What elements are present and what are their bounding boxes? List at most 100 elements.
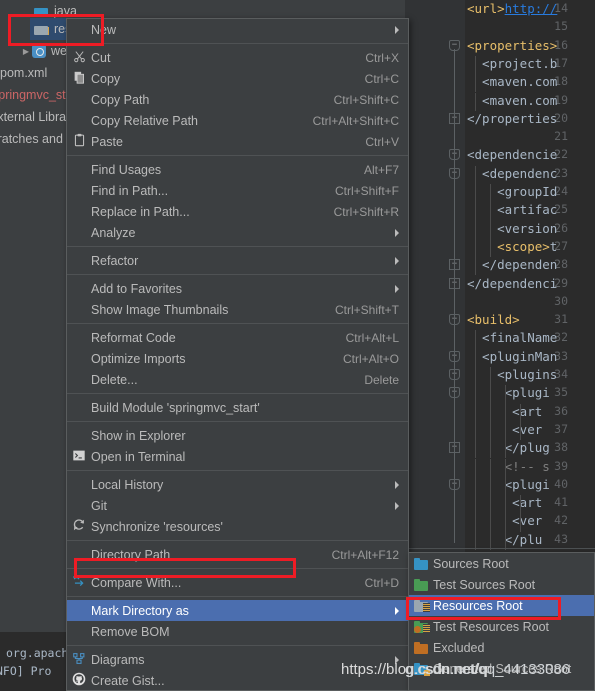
code-line[interactable]: <dependenc xyxy=(467,166,557,181)
code-line[interactable]: </plug xyxy=(467,440,550,455)
indent-guide xyxy=(475,257,476,276)
menu-item-label: Directory Path xyxy=(91,547,171,562)
tree-item-label: java xyxy=(54,4,77,18)
compare-icon xyxy=(72,575,86,591)
code-line[interactable]: </dependen xyxy=(467,257,557,272)
menu-item-label: Compare With... xyxy=(91,575,182,590)
indent-guide xyxy=(475,440,476,459)
folder-excluded-icon xyxy=(409,641,433,654)
menu-item-replace-in-path[interactable]: Replace in Path... Ctrl+Shift+R xyxy=(67,201,408,222)
code-line[interactable]: <maven.com xyxy=(467,74,557,89)
menu-item-create-gist[interactable]: Create Gist... xyxy=(67,670,408,690)
submenu-arrow-icon xyxy=(395,501,399,510)
menu-item-show-image-thumbnails[interactable]: Show Image Thumbnails Ctrl+Shift+T xyxy=(67,299,408,320)
menu-item-compare-with[interactable]: Compare With... Ctrl+D xyxy=(67,572,408,593)
code-line[interactable]: <plugins xyxy=(467,367,557,382)
code-line[interactable]: <pluginMan xyxy=(467,349,557,364)
code-line[interactable]: <url>http:// xyxy=(467,1,557,16)
menu-icon-slot xyxy=(67,89,91,110)
line-number: 42 xyxy=(554,513,568,528)
menu-separator xyxy=(67,393,408,394)
menu-item-show-in-explorer[interactable]: Show in Explorer xyxy=(67,425,408,446)
menu-item-copy-path[interactable]: Copy Path Ctrl+Shift+C xyxy=(67,89,408,110)
menu-item-shortcut: Delete xyxy=(364,372,399,387)
menu-item-synchronize-resources[interactable]: Synchronize 'resources' xyxy=(67,516,408,537)
menu-item-copy-relative-path[interactable]: Copy Relative Path Ctrl+Alt+Shift+C xyxy=(67,110,408,131)
submenu-item-test-sources-root[interactable]: Test Sources Root xyxy=(409,574,594,595)
submenu-item-resources-root[interactable]: Resources Root xyxy=(409,595,594,616)
mark-directory-as-submenu[interactable]: Sources Root Test Sources Root Resources R… xyxy=(408,552,595,691)
submenu-item-generated-sources-root[interactable]: Generated Sources Root xyxy=(409,658,594,679)
menu-item-remove-bom[interactable]: Remove BOM xyxy=(67,621,408,642)
menu-item-label: Replace in Path... xyxy=(91,204,190,219)
menu-separator xyxy=(67,596,408,597)
menu-item-delete[interactable]: Delete... Delete xyxy=(67,369,408,390)
menu-item-shortcut: Ctrl+Alt+O xyxy=(342,351,399,366)
line-number: 36 xyxy=(554,403,568,418)
code-line[interactable]: <plugi xyxy=(467,477,550,492)
menu-item-shortcut: Ctrl+X xyxy=(365,50,399,65)
code-line[interactable]: <project.b xyxy=(467,56,557,71)
code-line[interactable]: <version xyxy=(467,221,557,236)
menu-item-label: Paste xyxy=(91,134,123,149)
indent-guide xyxy=(475,165,476,184)
submenu-arrow-icon xyxy=(395,25,399,34)
paste-icon xyxy=(67,131,91,152)
code-line[interactable]: <properties> xyxy=(467,38,557,53)
submenu-item-excluded[interactable]: Excluded xyxy=(409,637,594,658)
indent-guide xyxy=(505,440,506,459)
menu-item-label: Remove BOM xyxy=(91,624,170,639)
menu-item-add-to-favorites[interactable]: Add to Favorites xyxy=(67,278,408,299)
code-line[interactable]: <dependencie xyxy=(467,147,557,162)
line-number: 43 xyxy=(554,531,568,546)
code-line[interactable]: </dependenci xyxy=(467,276,557,291)
menu-item-paste[interactable]: Paste Ctrl+V xyxy=(67,131,408,152)
menu-item-copy[interactable]: Copy Ctrl+C xyxy=(67,68,408,89)
menu-item-find-usages[interactable]: Find Usages Alt+F7 xyxy=(67,159,408,180)
code-line[interactable]: <plugi xyxy=(467,385,550,400)
code-line[interactable]: <groupId xyxy=(467,184,557,199)
menu-item-shortcut: Ctrl+Alt+F12 xyxy=(331,547,399,562)
menu-item-git[interactable]: Git xyxy=(67,495,408,516)
menu-item-directory-path[interactable]: Directory Path Ctrl+Alt+F12 xyxy=(67,544,408,565)
indent-guide xyxy=(475,421,476,441)
menu-item-mark-directory-as[interactable]: Mark Directory as xyxy=(67,600,408,621)
code-line[interactable]: <artifac xyxy=(467,202,557,217)
terminal-icon xyxy=(72,449,86,465)
menu-item-shortcut: Ctrl+Shift+R xyxy=(333,204,399,219)
submenu-arrow-icon xyxy=(395,284,399,293)
indent-guide xyxy=(475,238,476,258)
menu-item-find-in-path[interactable]: Find in Path... Ctrl+Shift+F xyxy=(67,180,408,201)
menu-item-reformat-code[interactable]: Reformat Code Ctrl+Alt+L xyxy=(67,327,408,348)
code-line[interactable]: </properties xyxy=(467,111,557,126)
indent-guide xyxy=(520,495,521,514)
menu-item-open-in-terminal[interactable]: Open in Terminal xyxy=(67,446,408,467)
context-menu[interactable]: New Cut Ctrl+X Copy Ctrl+C Copy Path Ctrl+Sh… xyxy=(66,18,409,691)
code-line[interactable]: <!-- s xyxy=(467,459,550,474)
indent-guide xyxy=(505,495,506,514)
menu-item-diagrams[interactable]: Diagrams xyxy=(67,649,408,670)
console-line: NFO] Pro xyxy=(0,664,52,678)
submenu-item-sources-root[interactable]: Sources Root xyxy=(409,553,594,574)
indent-guide xyxy=(490,238,491,258)
menu-item-build-module-springmvc-start[interactable]: Build Module 'springmvc_start' xyxy=(67,397,408,418)
chevron-right-icon[interactable]: ▶ xyxy=(20,47,32,56)
menu-separator xyxy=(67,43,408,44)
menu-item-cut[interactable]: Cut Ctrl+X xyxy=(67,47,408,68)
menu-item-new[interactable]: New xyxy=(67,19,408,40)
indent-guide xyxy=(475,348,476,367)
code-line[interactable]: <maven.com xyxy=(467,93,557,108)
menu-item-shortcut: Ctrl+D xyxy=(364,575,399,590)
line-number: 37 xyxy=(554,421,568,436)
submenu-arrow-icon xyxy=(395,655,399,664)
menu-item-label: Find Usages xyxy=(91,162,162,177)
menu-item-optimize-imports[interactable]: Optimize Imports Ctrl+Alt+O xyxy=(67,348,408,369)
menu-item-local-history[interactable]: Local History xyxy=(67,474,408,495)
menu-icon-slot xyxy=(67,180,91,201)
menu-item-analyze[interactable]: Analyze xyxy=(67,222,408,243)
code-line[interactable]: <scope>t xyxy=(467,239,557,254)
submenu-item-test-resources-root[interactable]: Test Resources Root xyxy=(409,616,594,637)
code-line[interactable]: <build> xyxy=(467,312,520,327)
code-line[interactable]: <finalName xyxy=(467,330,557,345)
menu-item-refactor[interactable]: Refactor xyxy=(67,250,408,271)
